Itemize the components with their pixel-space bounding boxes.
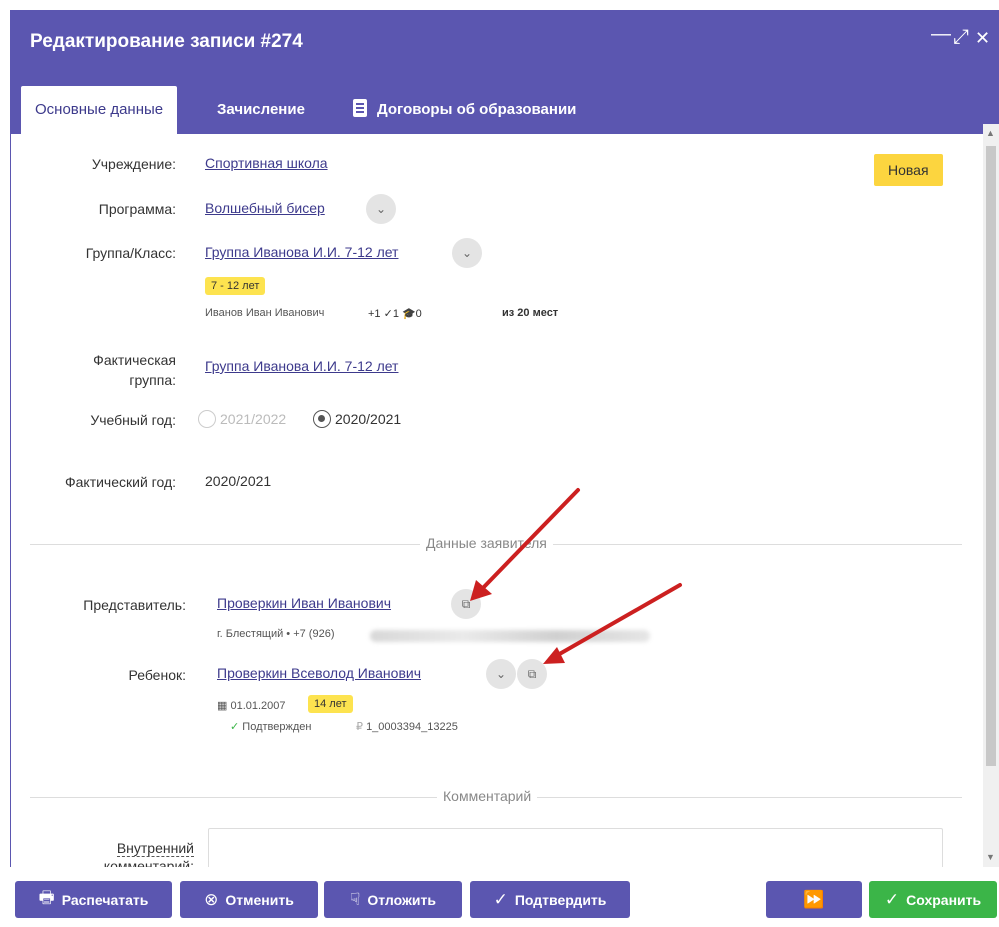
copy-representative-button[interactable]: ⧉ — [451, 589, 481, 619]
check-icon: ✓ — [493, 889, 508, 909]
dialog-title: Редактирование записи #274 — [30, 31, 303, 52]
radio-unchecked-icon[interactable] — [198, 410, 216, 428]
maximize-icon[interactable]: ⤢ — [953, 26, 969, 49]
child-label: Ребенок: — [128, 667, 186, 683]
group-label: Группа/Класс: — [85, 245, 176, 261]
scrollbar-thumb[interactable] — [986, 146, 996, 766]
status-badge: Новая — [874, 154, 943, 186]
scroll-down-icon[interactable]: ▼ — [986, 852, 995, 862]
vertical-scrollbar[interactable]: ▲ ▼ — [983, 124, 999, 867]
tab-label: Договоры об образовании — [377, 101, 577, 118]
chevron-down-icon: ⌄ — [495, 667, 507, 681]
actual-year-label: Фактический год: — [64, 474, 176, 490]
representative-label: Представитель: — [83, 597, 186, 613]
chevron-down-icon: ⌄ — [461, 246, 473, 260]
program-expand-button[interactable]: ⌄ — [366, 194, 396, 224]
comment-section-title: Комментарий — [437, 788, 538, 804]
printer-icon: 🖶 — [38, 888, 55, 907]
tab-enrollment[interactable]: Зачисление — [203, 86, 319, 134]
group-expand-button[interactable]: ⌄ — [452, 238, 482, 268]
ruble-icon: ₽ — [356, 721, 367, 733]
group-teacher: Иванов Иван Иванович — [205, 307, 325, 319]
representative-link[interactable]: Проверкин Иван Иванович — [217, 595, 391, 611]
copy-child-button[interactable]: ⧉ — [517, 659, 547, 689]
redacted-contact — [370, 630, 650, 642]
cancel-button[interactable]: ⊗ Отменить — [180, 881, 318, 918]
scroll-up-icon[interactable]: ▲ — [986, 128, 995, 138]
group-link[interactable]: Группа Иванова И.И. 7-12 лет — [205, 244, 398, 260]
next-button[interactable]: ⏩ — [766, 881, 862, 918]
copy-icon: ⧉ — [461, 597, 471, 611]
program-link[interactable]: Волшебный бисер — [205, 200, 325, 216]
child-account: ₽ 1_0003394_13225 — [356, 721, 458, 733]
child-age-badge: 14 лет — [308, 695, 353, 713]
minimize-icon[interactable]: — — [931, 23, 951, 46]
print-button[interactable]: 🖶 Распечатать — [15, 881, 172, 918]
check-icon: ✓ — [884, 889, 900, 909]
group-places: из 20 мест — [502, 307, 559, 319]
tab-label: Зачисление — [217, 101, 305, 118]
chevron-down-icon: ⌄ — [375, 202, 387, 216]
group-age-badge: 7 - 12 лет — [205, 277, 266, 295]
school-year-label: Учебный год: — [90, 412, 176, 428]
copy-icon: ⧉ — [527, 667, 537, 681]
program-label: Программа: — [98, 201, 176, 217]
cancel-circle-icon: ⊗ — [204, 889, 219, 909]
institution-link[interactable]: Спортивная школа — [205, 155, 328, 171]
tab-main-data[interactable]: Основные данные — [21, 86, 178, 134]
internal-comment-label: Внутренний — [116, 840, 194, 857]
actual-group-link[interactable]: Группа Иванова И.И. 7-12 лет — [205, 358, 398, 374]
child-confirmed: ✓ Подтвержден — [230, 721, 312, 733]
radio-checked-icon[interactable] — [313, 410, 331, 428]
applicant-section-title: Данные заявителя — [420, 535, 553, 551]
actual-group-label-2: группа: — [129, 372, 176, 388]
school-year-option-1[interactable]: 2021/2022 — [198, 410, 286, 428]
internal-comment-label-2: комментарий: — [103, 858, 194, 867]
confirm-button[interactable]: ✓ Подтвердить — [470, 881, 630, 918]
tab-education-contracts[interactable]: Договоры об образовании — [339, 86, 590, 134]
check-icon: ✓ — [230, 721, 243, 733]
postpone-button[interactable]: ☟ Отложить — [324, 881, 462, 918]
actual-group-label-1: Фактическая — [93, 352, 176, 368]
tab-bar: Основные данные Зачисление Договоры об о… — [11, 74, 999, 134]
close-icon[interactable]: ✕ — [975, 28, 990, 49]
fast-forward-icon: ⏩ — [803, 889, 825, 909]
dialog-titlebar: Редактирование записи #274 — ⤢ ✕ — [11, 10, 999, 74]
child-link[interactable]: Проверкин Всеволод Иванович — [217, 665, 421, 681]
document-icon — [353, 99, 367, 117]
representative-contact: г. Блестящий • +7 (926) — [217, 628, 335, 640]
group-stats: +1 ✓1 🎓0 — [368, 308, 422, 320]
child-expand-button[interactable]: ⌄ — [486, 659, 516, 689]
institution-label: Учреждение: — [91, 156, 176, 172]
thumbs-down-icon: ☟ — [350, 889, 361, 909]
calendar-icon: ▦ — [217, 700, 231, 712]
dialog-footer: 🖶 Распечатать ⊗ Отменить ☟ Отложить ✓ Подтве… — [0, 867, 999, 927]
save-button[interactable]: ✓ Сохранить — [869, 881, 997, 918]
child-birthdate: ▦ 01.01.2007 — [217, 700, 286, 712]
actual-year-value: 2020/2021 — [205, 473, 272, 489]
school-year-option-2[interactable]: 2020/2021 — [313, 410, 401, 428]
tab-label: Основные данные — [35, 101, 164, 118]
